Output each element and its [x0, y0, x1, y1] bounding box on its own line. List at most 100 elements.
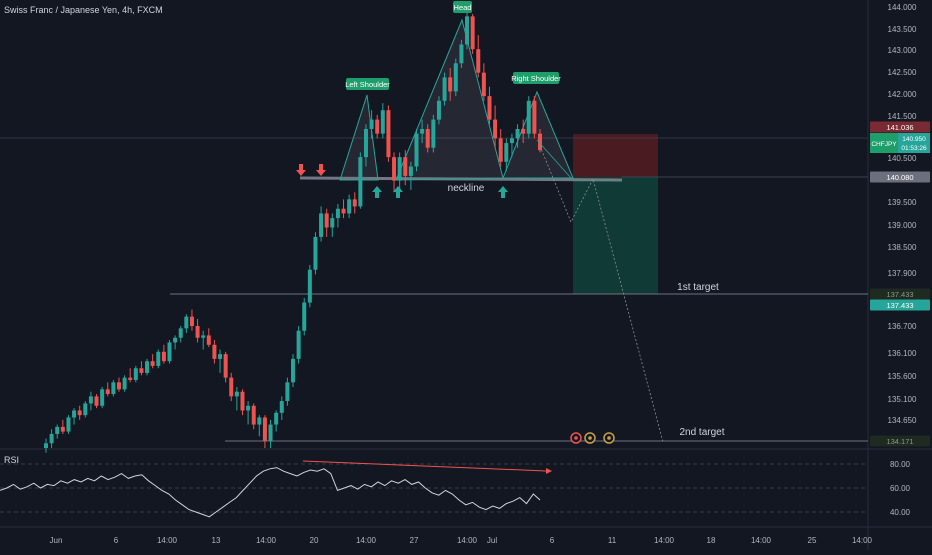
candle-body	[363, 128, 368, 158]
candle-body	[408, 166, 413, 176]
stop-loss-zone	[573, 134, 658, 177]
candle-body	[296, 330, 301, 359]
y-tick-label: 138.500	[888, 243, 917, 252]
down-arrow-icon	[316, 170, 326, 176]
candle-body	[268, 424, 273, 441]
candle-body	[324, 213, 329, 228]
x-tick-label: 6	[114, 536, 119, 545]
rsi-level-label: 40.00	[890, 508, 911, 517]
candle-body	[380, 110, 385, 134]
event-icon-dot	[574, 436, 578, 440]
y-tick-label: 135.100	[888, 395, 917, 404]
up-arrow-shaft	[396, 192, 400, 198]
candle-body	[150, 361, 155, 366]
rsi-title: RSI	[4, 455, 20, 465]
x-tick-label: 6	[550, 536, 555, 545]
candle-body	[195, 326, 200, 338]
x-tick-label: 27	[410, 536, 419, 545]
candle-body	[184, 316, 189, 329]
candle-body	[335, 208, 340, 219]
chart-container[interactable]: 144.000 143.500 143.000 142.500 142.000 141.5…	[0, 0, 932, 550]
candle-body	[178, 328, 183, 338]
candle-body	[189, 316, 194, 327]
candle-body	[122, 377, 127, 390]
candle-body	[431, 119, 436, 148]
rsi-divergence-arrow	[546, 468, 552, 474]
last-price-tag: 140.950	[902, 136, 926, 143]
x-tick-label: 14:00	[157, 536, 178, 545]
second-target-label: 2nd target	[679, 427, 724, 438]
price-chart[interactable]: 144.000 143.500 143.000 142.500 142.000 141.5…	[0, 0, 932, 550]
event-icon-dot	[607, 436, 611, 440]
candle-body	[521, 128, 526, 134]
second-target-tag: 134.171	[886, 437, 913, 446]
candle-body	[347, 199, 352, 214]
neckline-price-tag: 140.080	[886, 173, 913, 182]
y-tick-label: 142.500	[888, 68, 917, 77]
candle-body	[161, 351, 166, 362]
candle-body	[111, 382, 116, 395]
candle-body	[369, 119, 374, 129]
candle-body	[319, 213, 324, 237]
candle-body	[341, 208, 346, 214]
candle-body	[493, 119, 498, 139]
candle-body	[66, 417, 71, 432]
candle-body	[88, 396, 93, 404]
head-triangle	[395, 18, 504, 181]
candle-body	[145, 361, 150, 373]
candle-body	[375, 119, 380, 134]
candle-body	[105, 389, 110, 395]
candle-body	[498, 138, 503, 162]
x-tick-label: Jul	[487, 536, 497, 545]
x-tick-label: 20	[310, 536, 319, 545]
stop-price-tag: 141.036	[886, 123, 913, 132]
candle-body	[307, 269, 312, 303]
candle-body	[392, 157, 397, 181]
x-tick-label: 14:00	[852, 536, 873, 545]
candle-body	[352, 199, 357, 207]
symbol-tag: CHFJPY	[871, 141, 897, 148]
candle-body	[487, 96, 492, 120]
rsi-divergence-line	[302, 460, 547, 472]
candle-body	[246, 405, 251, 411]
candle-body	[173, 337, 178, 343]
candle-body	[459, 44, 464, 64]
candle-body	[274, 412, 279, 425]
candle-body	[291, 358, 295, 383]
y-tick-label: 139.000	[888, 221, 917, 230]
x-tick-label: Jun	[50, 536, 63, 545]
candle-body	[436, 100, 441, 120]
y-tick-label: 134.650	[888, 416, 917, 425]
candle-body	[476, 49, 481, 73]
candle-body	[218, 354, 223, 359]
y-tick-label: 135.600	[888, 372, 917, 381]
symbol-title: Swiss Franc / Japanese Yen, 4h, FXCM	[4, 5, 163, 15]
candle-body	[313, 236, 318, 270]
candle-body	[470, 16, 475, 50]
first-target-tag-b: 137.433	[886, 301, 913, 310]
y-tick-label: 144.000	[888, 3, 917, 12]
candle-body	[279, 401, 284, 413]
y-tick-label: 136.700	[888, 322, 917, 331]
candle-body	[167, 342, 172, 362]
head-label: Head	[454, 3, 472, 12]
candle-body	[358, 157, 363, 207]
candle-body	[504, 143, 509, 162]
candle-body	[223, 354, 228, 378]
y-tick-label: 143.500	[888, 25, 917, 34]
x-tick-label: 14:00	[751, 536, 772, 545]
candle-body	[526, 100, 531, 134]
y-tick-label: 140.500	[888, 154, 917, 163]
x-tick-label: 14:00	[356, 536, 377, 545]
candle-body	[532, 100, 537, 134]
y-tick-label: 139.500	[888, 198, 917, 207]
candle-body	[77, 410, 82, 416]
candle-body	[72, 410, 77, 418]
first-target-tag-a: 137.433	[886, 290, 913, 299]
candle-body	[442, 77, 447, 101]
candle-body	[100, 389, 105, 406]
candle-body	[212, 344, 217, 359]
down-arrow-icon	[296, 170, 306, 176]
up-arrow-icon	[498, 186, 508, 192]
y-tick-label: 142.000	[888, 90, 917, 99]
